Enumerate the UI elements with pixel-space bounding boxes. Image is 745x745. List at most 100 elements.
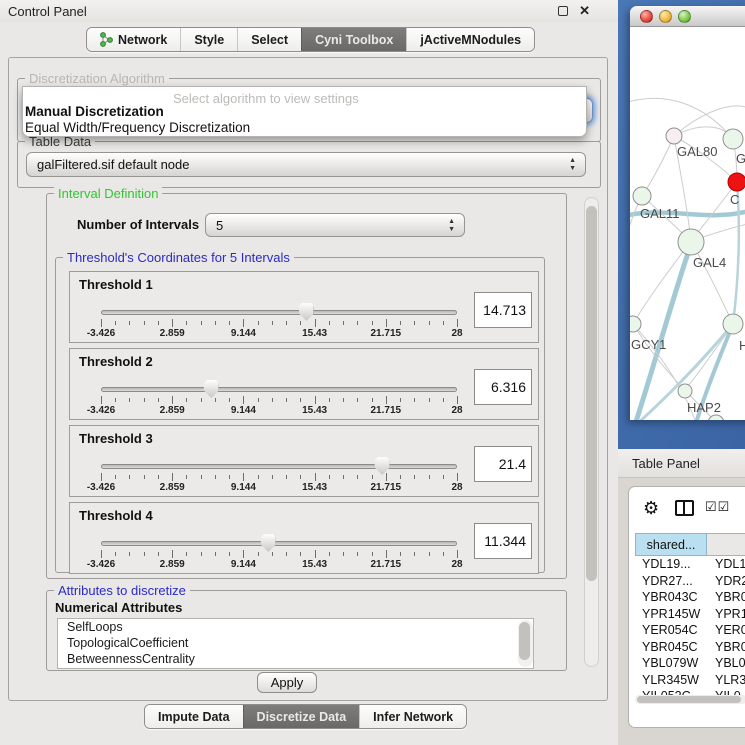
table-row[interactable]: YIL052CYIL0 xyxy=(635,688,745,695)
cyni-toolbox-panel: Discretization Algorithm ▲▼ Table Data g… xyxy=(8,57,608,701)
numerical-attributes-list[interactable]: SelfLoopsTopologicalCoefficientBetweenne… xyxy=(57,618,534,669)
interval-definition-group: Interval Definition Number of Intervals … xyxy=(46,193,567,579)
network-node[interactable] xyxy=(678,229,704,255)
threshold-4-value-field[interactable]: 11.344 xyxy=(474,523,532,559)
close-traffic-light-icon[interactable] xyxy=(640,10,653,23)
combo-arrows-icon: ▲▼ xyxy=(569,157,576,173)
tab-jactivemnodules[interactable]: jActiveMNodules xyxy=(406,28,534,51)
attribute-list-item[interactable]: SelfLoops xyxy=(58,619,533,635)
network-edge xyxy=(633,324,685,390)
close-icon[interactable]: ✕ xyxy=(579,3,590,19)
network-node[interactable] xyxy=(666,128,682,144)
slider-track[interactable] xyxy=(101,310,457,315)
slider-tick-label: -3.426 xyxy=(87,559,115,570)
slider-track[interactable] xyxy=(101,464,457,469)
table-panel-card: ⚙ ☑☑ shared... na YDL19...YDL1YDR27...YD… xyxy=(628,486,745,728)
bottom-tab-bar: Impute Data Discretize Data Infer Networ… xyxy=(144,704,467,729)
node-label: H xyxy=(739,338,745,353)
slider-tick-label: 15.43 xyxy=(302,559,327,570)
threshold-4-slider[interactable]: -3.4262.8599.14415.4321.71528 xyxy=(101,539,457,573)
table-hscrollbar-thumb[interactable] xyxy=(637,696,741,703)
slider-track[interactable] xyxy=(101,541,457,546)
slider-tick-label: 9.144 xyxy=(231,328,256,339)
table-panel-header[interactable]: Table Panel xyxy=(618,449,745,478)
tab-discretize-data-label: Discretize Data xyxy=(257,710,347,724)
popup-item-manual-discretization[interactable]: Manual Discretization xyxy=(25,104,164,119)
threshold-1-slider[interactable]: -3.4262.8599.14415.4321.71528 xyxy=(101,308,457,342)
slider-ticks xyxy=(101,396,457,405)
column-header-name[interactable]: na xyxy=(707,533,745,556)
table-row[interactable]: YLR345WYLR3 xyxy=(635,672,745,689)
network-node[interactable] xyxy=(633,187,651,205)
slider-tick-label: 2.859 xyxy=(160,559,185,570)
tab-network[interactable]: Network xyxy=(87,28,180,51)
tab-cyni-toolbox[interactable]: Cyni Toolbox xyxy=(301,28,406,51)
tab-impute-data-label: Impute Data xyxy=(158,710,230,724)
network-node[interactable] xyxy=(723,314,743,334)
table-row[interactable]: YBR043CYBR0 xyxy=(635,589,745,606)
slider-tick-label: 21.715 xyxy=(371,405,402,416)
threshold-1-value-field[interactable]: 14.713 xyxy=(474,292,532,328)
table-row[interactable]: YBL079WYBL0 xyxy=(635,655,745,672)
settings-vertical-scrollbar[interactable] xyxy=(584,197,599,667)
network-window-titlebar[interactable] xyxy=(630,6,745,27)
attributes-scrollbar-thumb[interactable] xyxy=(519,622,530,660)
network-node[interactable] xyxy=(678,384,692,398)
slider-tick-label: 15.43 xyxy=(302,328,327,339)
threshold-3-slider[interactable]: -3.4262.8599.14415.4321.71528 xyxy=(101,462,457,496)
threshold-3-value-field[interactable]: 21.4 xyxy=(474,446,532,482)
network-canvas-svg[interactable]: GAL80GACGAL11GAL4GCY1HHAP2 xyxy=(630,28,745,420)
network-edge xyxy=(633,241,691,324)
slider-tick-label: 9.144 xyxy=(231,405,256,416)
network-node[interactable] xyxy=(630,316,641,332)
gear-icon[interactable]: ⚙ xyxy=(643,498,659,519)
table-row[interactable]: YDR27...YDR2 xyxy=(635,573,745,590)
threshold-2-slider[interactable]: -3.4262.8599.14415.4321.71528 xyxy=(101,385,457,419)
table-row[interactable]: YDL19...YDL1 xyxy=(635,556,745,573)
apply-button[interactable]: Apply xyxy=(257,672,317,693)
network-canvas[interactable]: GAL80GACGAL11GAL4GCY1HHAP2 xyxy=(630,28,745,420)
tab-impute-data[interactable]: Impute Data xyxy=(145,705,243,728)
control-panel-titlebar: Control Panel ✕ xyxy=(0,0,618,22)
tab-infer-network[interactable]: Infer Network xyxy=(359,705,466,728)
tab-style[interactable]: Style xyxy=(180,28,237,51)
number-of-intervals-value: 5 xyxy=(216,218,223,233)
table-data-combo[interactable]: galFiltered.sif default node ▲▼ xyxy=(26,152,586,177)
table-row[interactable]: YBR045CYBR0 xyxy=(635,639,745,656)
attributes-list-scrollbar[interactable] xyxy=(518,620,533,667)
threshold-2-box: Threshold 2 -3.4262.8599.14415.4321.7152… xyxy=(69,348,539,420)
threshold-3-box: Threshold 3 -3.4262.8599.14415.4321.7152… xyxy=(69,425,539,497)
table-row[interactable]: YPR145WYPR1 xyxy=(635,606,745,623)
tab-cyni-toolbox-label: Cyni Toolbox xyxy=(315,33,393,47)
slider-tick-label: 15.43 xyxy=(302,482,327,493)
slider-track[interactable] xyxy=(101,387,457,392)
column-header-shared-name[interactable]: shared... xyxy=(635,533,707,556)
tab-discretize-data[interactable]: Discretize Data xyxy=(243,705,360,728)
popup-item-equal-width-frequency[interactable]: Equal Width/Frequency Discretization xyxy=(25,120,250,135)
minimize-traffic-light-icon[interactable] xyxy=(659,10,672,23)
threshold-2-value-field[interactable]: 6.316 xyxy=(474,369,532,405)
settings-scrollbar-thumb[interactable] xyxy=(586,206,597,581)
slider-tick-label: 21.715 xyxy=(371,482,402,493)
attribute-list-item[interactable]: BetweennessCentrality xyxy=(58,651,533,667)
select-all-checkboxes-icon[interactable]: ☑☑ xyxy=(705,499,730,515)
zoom-traffic-light-icon[interactable] xyxy=(678,10,691,23)
network-node[interactable] xyxy=(728,173,745,191)
algorithm-dropdown-popup: Select algorithm to view settings Manual… xyxy=(22,86,587,137)
tab-jactivemnodules-label: jActiveMNodules xyxy=(420,33,521,47)
table-row[interactable]: YER054CYER0 xyxy=(635,622,745,639)
thresholds-coordinates-group: Threshold's Coordinates for 5 Intervals … xyxy=(55,257,545,573)
spinner-arrows-icon: ▲▼ xyxy=(448,218,455,234)
table-header-row: shared... na xyxy=(635,533,745,556)
float-window-icon[interactable] xyxy=(558,6,568,16)
threshold-1-box: Threshold 1 -3.4262.8599.14415.4321.7152… xyxy=(69,271,539,343)
number-of-intervals-spinner[interactable]: 5 ▲▼ xyxy=(205,213,465,237)
tab-select[interactable]: Select xyxy=(237,28,301,51)
slider-tick-label: -3.426 xyxy=(87,328,115,339)
threshold-1-label: Threshold 1 xyxy=(79,277,153,292)
slider-tick-label: 28 xyxy=(451,482,462,493)
network-node[interactable] xyxy=(723,129,743,149)
columns-icon[interactable] xyxy=(675,500,694,516)
attribute-list-item[interactable]: TopologicalCoefficient xyxy=(58,635,533,651)
table-horizontal-scrollbar[interactable] xyxy=(635,695,745,704)
